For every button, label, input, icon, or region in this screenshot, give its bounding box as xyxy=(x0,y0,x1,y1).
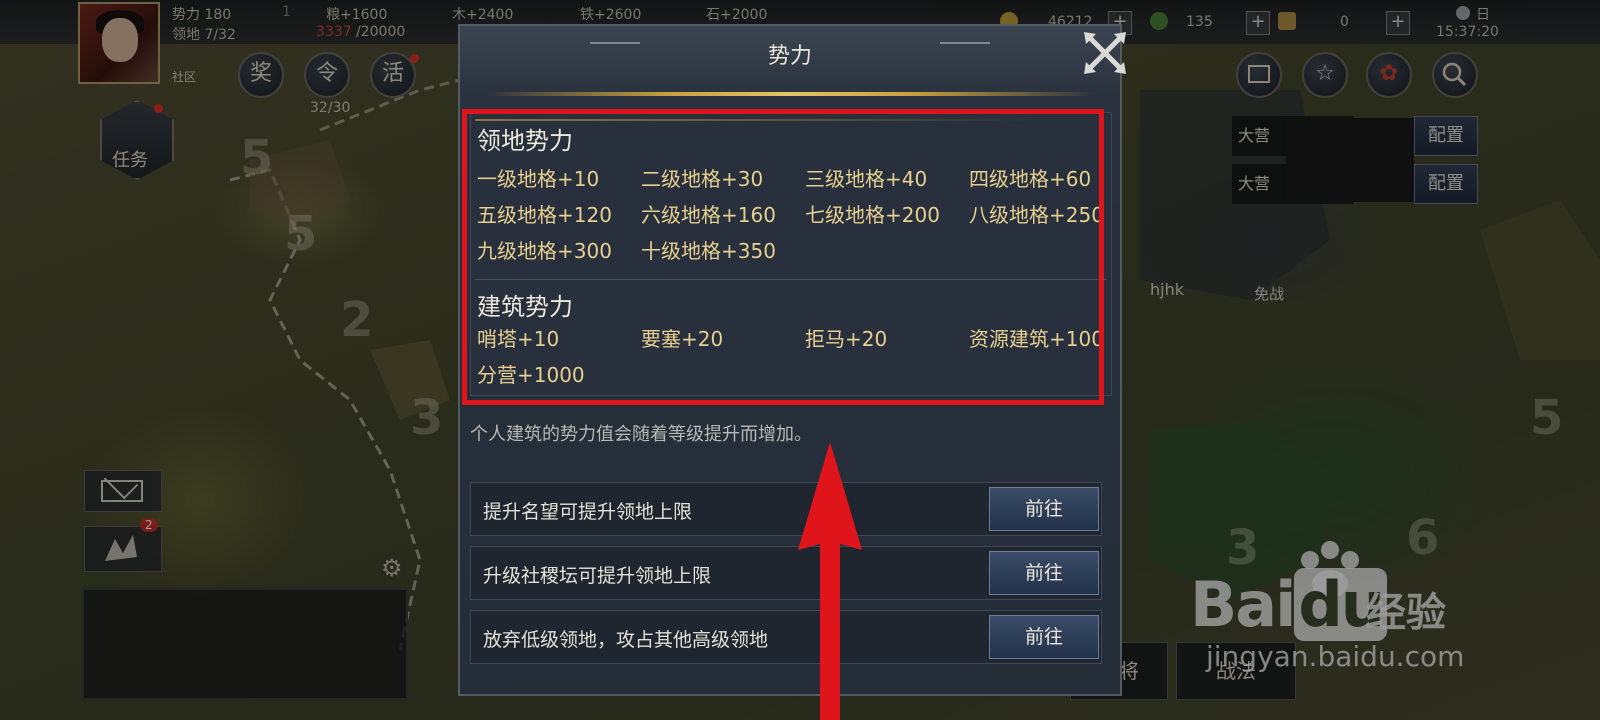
goto-button[interactable]: 前往 xyxy=(989,487,1099,531)
tip-text: 提升名望可提升领地上限 xyxy=(483,501,693,523)
goto-button[interactable]: 前往 xyxy=(989,551,1099,595)
annotation-arrow-icon xyxy=(798,442,862,720)
goto-button[interactable]: 前往 xyxy=(989,615,1099,659)
tip-text: 放弃低级领地，攻占其他高级领地 xyxy=(483,629,769,651)
tip-row: 升级社稷坛可提升领地上限 前往 xyxy=(470,546,1102,600)
power-note: 个人建筑的势力值会随着等级提升而增加。 xyxy=(470,424,812,445)
tip-row: 提升名望可提升领地上限 前往 xyxy=(470,482,1102,536)
annotation-highlight-box xyxy=(462,109,1104,405)
title-divider xyxy=(484,92,1096,96)
close-icon[interactable] xyxy=(1078,26,1132,80)
dialog-title: 势力 xyxy=(767,44,812,69)
dialog-header: 势力 xyxy=(460,26,1120,94)
tip-text: 升级社稷坛可提升领地上限 xyxy=(483,565,712,587)
tip-row: 放弃低级领地，攻占其他高级领地 前往 xyxy=(470,610,1102,664)
